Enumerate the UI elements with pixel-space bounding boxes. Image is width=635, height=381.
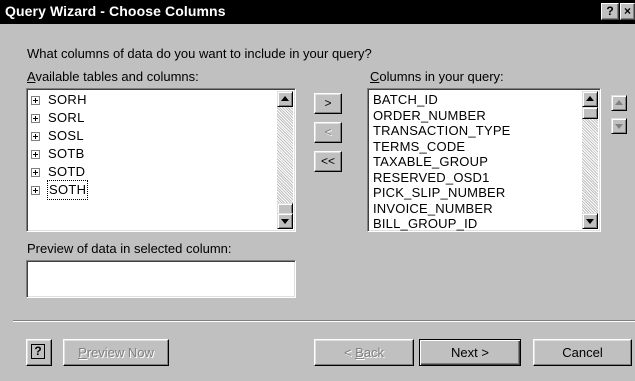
expand-plus-icon[interactable] xyxy=(31,113,40,123)
help-icon: ? xyxy=(606,4,614,18)
columns-scroll-up-button[interactable] xyxy=(582,91,598,107)
columns-label: Columns in your query: xyxy=(370,69,504,84)
table-name: SOTH xyxy=(46,180,89,200)
table-name: SORL xyxy=(48,110,85,125)
expand-plus-icon[interactable] xyxy=(31,167,40,177)
available-label: Available tables and columns: xyxy=(27,69,199,84)
preview-now-label: review Now xyxy=(86,345,154,360)
move-up-button[interactable] xyxy=(611,95,627,111)
table-name: SOTD xyxy=(48,164,86,179)
back-button[interactable]: < Back xyxy=(314,339,414,366)
scroll-track[interactable] xyxy=(277,107,293,215)
table-tree-item[interactable]: SOTB xyxy=(31,145,277,163)
column-list-item[interactable]: ORDER_NUMBER xyxy=(373,108,582,124)
column-list-item[interactable]: TERMS_CODE xyxy=(373,139,582,155)
column-list-item[interactable]: BATCH_ID xyxy=(373,92,582,108)
table-name: SOSL xyxy=(48,128,84,143)
table-name: SORH xyxy=(48,92,87,107)
next-button[interactable]: Next > xyxy=(419,339,521,366)
move-up-icon xyxy=(615,100,623,105)
help-button[interactable]: ? xyxy=(26,339,52,366)
preview-label: Preview of data in selected column: xyxy=(27,241,232,256)
table-tree-item[interactable]: SOTH xyxy=(31,180,277,200)
close-button[interactable]: × xyxy=(620,3,635,20)
move-down-button[interactable] xyxy=(611,118,627,134)
column-list-item[interactable]: RESERVED_OSD1 xyxy=(373,170,582,186)
table-name: SOTB xyxy=(48,146,85,161)
available-tables-list[interactable]: SORH SORL SOSL SOTB SOTD SOTH xyxy=(26,88,296,232)
column-list-item[interactable]: TRANSACTION_TYPE xyxy=(373,123,582,139)
remove-column-button[interactable]: < xyxy=(314,122,342,143)
footer-separator xyxy=(13,320,635,322)
columns-label-accel: C xyxy=(370,69,380,84)
expand-plus-icon[interactable] xyxy=(31,95,40,105)
column-list-item[interactable]: PICK_SLIP_NUMBER xyxy=(373,185,582,201)
help-title-button[interactable]: ? xyxy=(601,3,619,20)
scroll-down-button[interactable] xyxy=(277,213,293,229)
available-label-text: vailable tables and columns: xyxy=(35,69,199,84)
add-column-button[interactable]: > xyxy=(314,93,342,114)
column-list-item[interactable]: TAXABLE_GROUP xyxy=(373,154,582,170)
move-down-icon xyxy=(615,124,623,129)
expand-plus-icon[interactable] xyxy=(31,149,40,159)
table-tree-item[interactable]: SOSL xyxy=(31,127,277,145)
window-title: Query Wizard - Choose Columns xyxy=(5,3,226,19)
column-items: BATCH_ID ORDER_NUMBER TRANSACTION_TYPE TERM… xyxy=(373,92,582,231)
remove-all-columns-button[interactable]: << xyxy=(314,151,342,172)
scroll-down-icon xyxy=(586,219,594,224)
columns-scroll-thumb[interactable] xyxy=(582,107,598,119)
close-icon: × xyxy=(623,4,631,18)
columns-scrollbar[interactable] xyxy=(582,91,598,229)
back-prefix: < xyxy=(343,345,356,360)
preview-field xyxy=(26,260,296,298)
back-accel: B xyxy=(355,345,364,360)
query-wizard-dialog: Query Wizard - Choose Columns ? × What c… xyxy=(0,0,635,381)
table-tree-item[interactable]: SORL xyxy=(31,109,277,127)
cancel-button[interactable]: Cancel xyxy=(533,339,632,366)
preview-now-accel: P xyxy=(78,345,87,360)
table-tree-item[interactable]: SORH xyxy=(31,91,277,109)
columns-label-text: olumns in your query: xyxy=(379,69,504,84)
prompt-text: What columns of data do you want to incl… xyxy=(27,46,372,61)
table-tree-item[interactable]: SOTD xyxy=(31,163,277,181)
scroll-up-icon xyxy=(281,96,289,101)
back-label: ack xyxy=(363,345,385,360)
query-columns-list[interactable]: BATCH_ID ORDER_NUMBER TRANSACTION_TYPE TERM… xyxy=(367,88,601,232)
scroll-up-button[interactable] xyxy=(277,91,293,107)
expand-plus-icon[interactable] xyxy=(31,185,40,195)
preview-now-button[interactable]: Preview Now xyxy=(63,339,169,366)
scroll-down-icon xyxy=(281,219,289,224)
help-icon: ? xyxy=(31,344,45,359)
title-bar[interactable]: Query Wizard - Choose Columns ? × xyxy=(0,0,635,24)
scroll-up-icon xyxy=(586,96,594,101)
available-scrollbar[interactable] xyxy=(277,91,293,229)
columns-scroll-track[interactable] xyxy=(582,107,598,213)
available-items: SORH SORL SOSL SOTB SOTD SOTH xyxy=(31,91,277,200)
columns-scroll-down-button[interactable] xyxy=(582,213,598,229)
column-list-item[interactable]: INVOICE_NUMBER xyxy=(373,201,582,217)
expand-plus-icon[interactable] xyxy=(31,131,40,141)
column-list-item[interactable]: BILL_GROUP_ID xyxy=(373,216,582,231)
